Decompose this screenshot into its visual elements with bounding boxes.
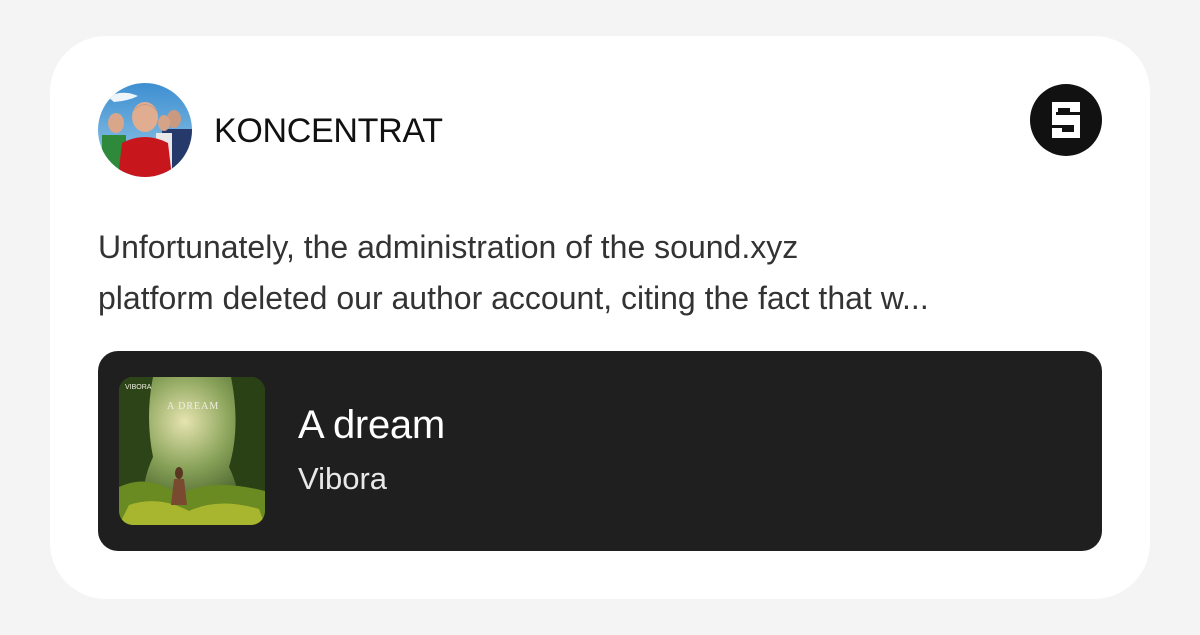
track-title[interactable]: A dream	[298, 403, 445, 447]
sound-xyz-logo-icon[interactable]	[1030, 84, 1102, 156]
band-photo-avatar-icon	[98, 83, 192, 177]
author-avatar[interactable]	[98, 83, 192, 177]
track-card[interactable]: VIBORA A DREAM A dream Vibora	[98, 351, 1102, 551]
post-card: KONCENTRAT Unfortunately, the administra…	[50, 36, 1150, 599]
track-artist[interactable]: Vibora	[298, 461, 387, 497]
post-text: Unfortunately, the administration of the…	[98, 222, 1108, 324]
cover-small-text: VIBORA	[125, 384, 152, 391]
cover-title-text: A DREAM	[167, 401, 219, 412]
post-text-line: platform deleted our author account, cit…	[98, 280, 929, 316]
jungle-album-cover-icon: VIBORA A DREAM	[119, 377, 265, 525]
album-cover[interactable]: VIBORA A DREAM	[119, 377, 265, 525]
author-name[interactable]: KONCENTRAT	[214, 112, 443, 150]
post-text-line: Unfortunately, the administration of the…	[98, 229, 799, 265]
